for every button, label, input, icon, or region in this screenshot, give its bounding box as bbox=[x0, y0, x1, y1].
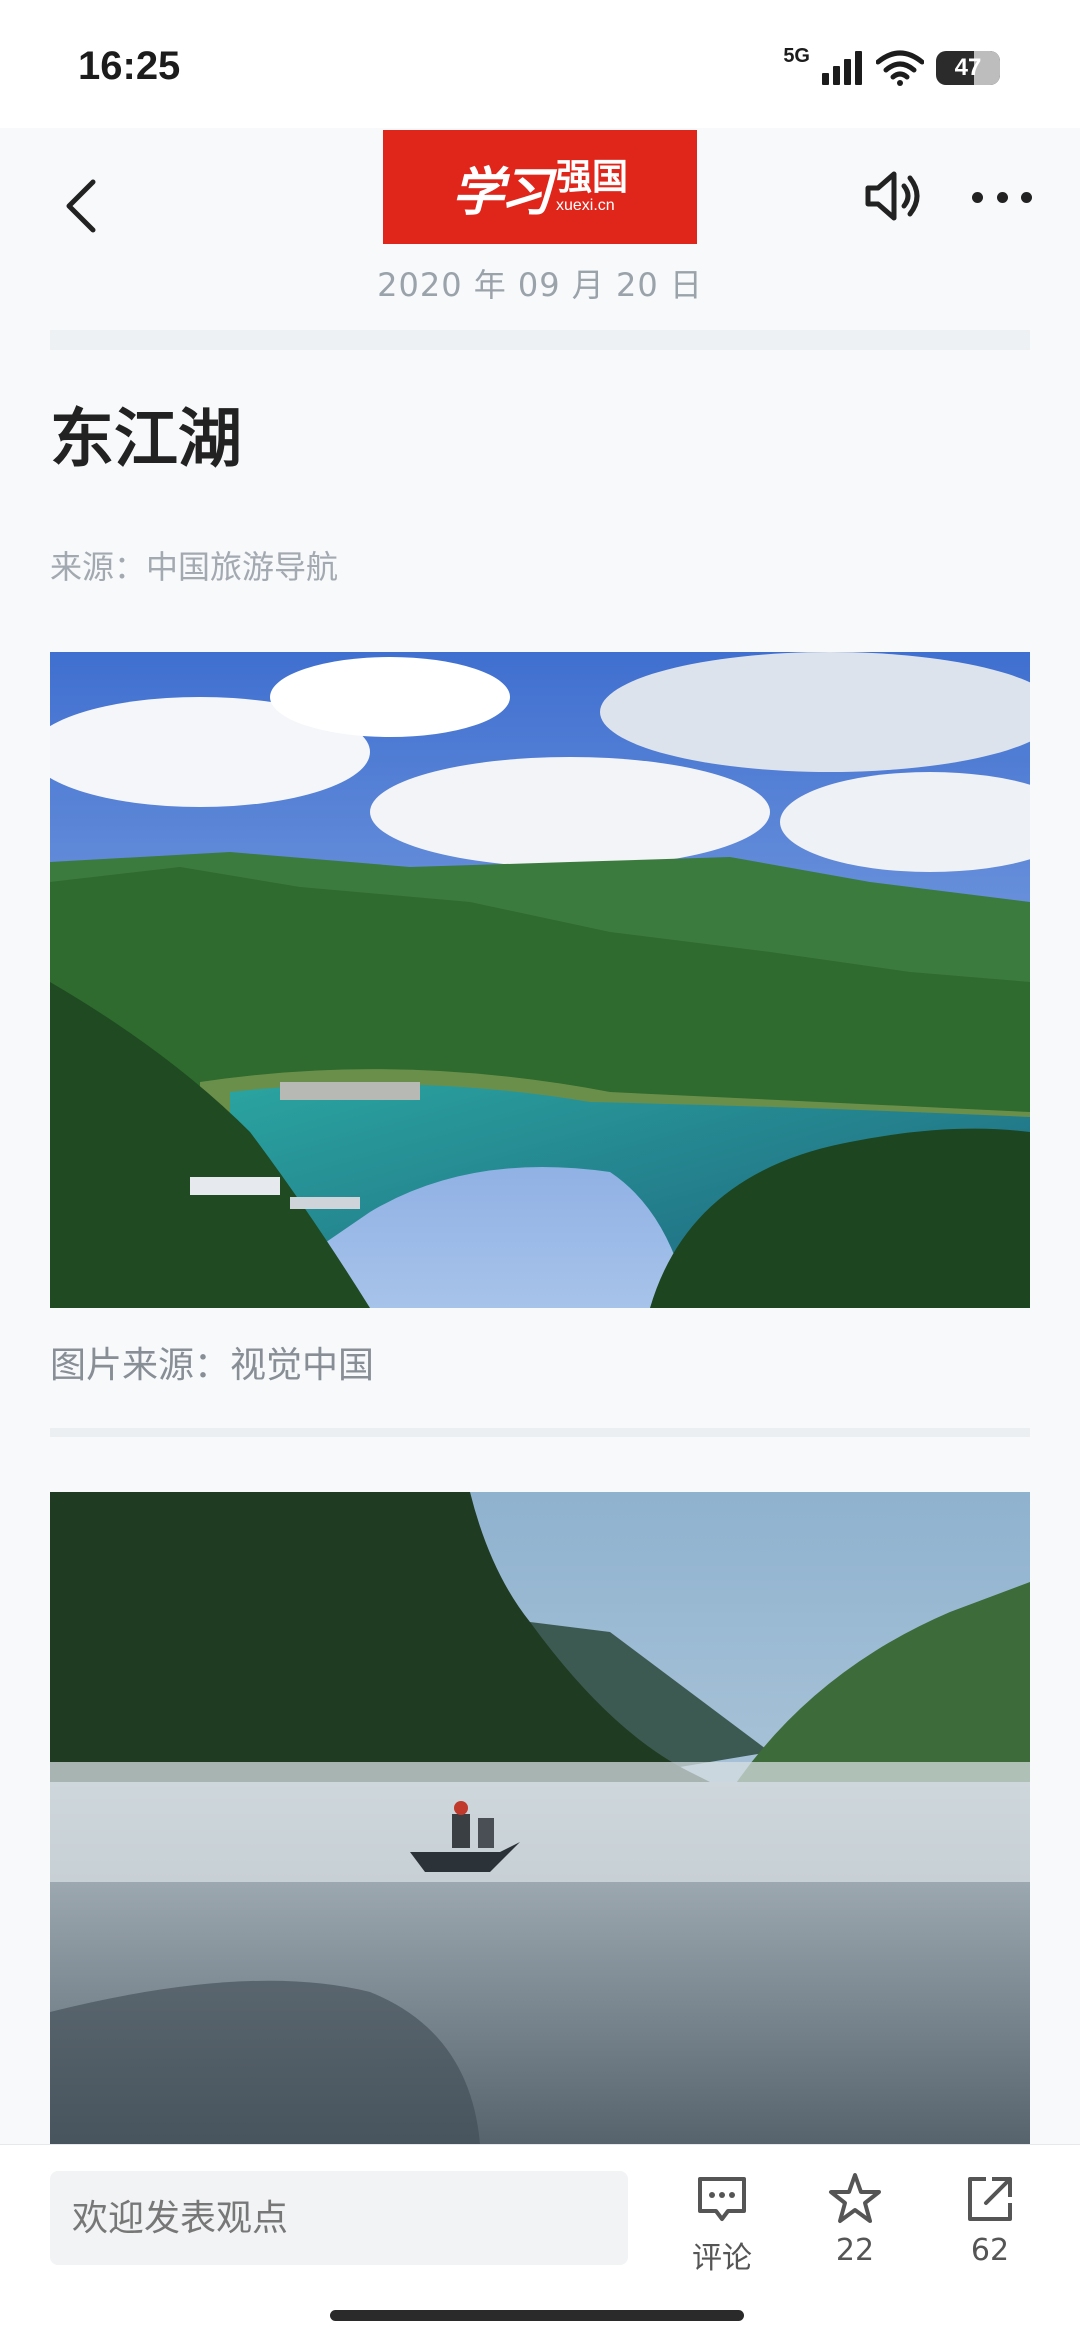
favorite-button[interactable]: 22 bbox=[805, 2171, 905, 2268]
share-icon bbox=[968, 2177, 1012, 2221]
logo-script: 学习 bbox=[451, 161, 552, 223]
header-divider bbox=[50, 330, 1030, 350]
comment-button[interactable]: 评论 bbox=[672, 2171, 772, 2277]
star-icon bbox=[829, 2173, 881, 2223]
lake-aerial-photo[interactable] bbox=[50, 652, 1030, 1308]
section-divider bbox=[50, 1428, 1030, 1437]
speaker-button[interactable] bbox=[862, 166, 922, 226]
logo-url: xuexi.cn bbox=[556, 197, 615, 214]
share-button[interactable]: 62 bbox=[940, 2171, 1040, 2268]
photo-caption: 图片来源：视觉中国 bbox=[50, 1345, 375, 1386]
comment-input[interactable] bbox=[50, 2171, 628, 2265]
status-time: 16:25 bbox=[78, 44, 181, 88]
more-dots-icon bbox=[972, 191, 983, 203]
article-source: 来源：中国旅游导航 bbox=[50, 548, 339, 586]
back-arrow-icon bbox=[66, 179, 96, 233]
wifi-icon bbox=[876, 50, 924, 86]
signal-icon bbox=[822, 51, 862, 85]
home-indicator[interactable] bbox=[330, 2310, 744, 2321]
speaker-icon bbox=[865, 171, 920, 221]
xuexi-logo: 学习 强国 xuexi.cn bbox=[383, 130, 697, 244]
comment-icon bbox=[698, 2177, 746, 2221]
battery-icon: 47 bbox=[936, 51, 1000, 85]
back-button[interactable] bbox=[50, 168, 110, 244]
more-button[interactable] bbox=[972, 182, 1032, 212]
logo-name: 强国 bbox=[556, 157, 629, 198]
battery-level: 47 bbox=[954, 54, 982, 81]
comment-label: 评论 bbox=[692, 2241, 752, 2276]
nav-bar: 学习 强国 xuexi.cn 2020 年 09 月 20 日 bbox=[0, 128, 1080, 328]
favorite-count: 22 bbox=[835, 2233, 875, 2268]
status-bar: 16:25 5G 47 bbox=[0, 0, 1080, 128]
network-label: 5G bbox=[783, 44, 810, 67]
publish-date: 2020 年 09 月 20 日 bbox=[377, 266, 703, 304]
article-title: 东江湖 bbox=[50, 402, 242, 477]
misty-boat-photo[interactable] bbox=[50, 1492, 1030, 2144]
share-count: 62 bbox=[970, 2233, 1010, 2268]
status-icons: 5G 47 bbox=[783, 44, 1000, 90]
